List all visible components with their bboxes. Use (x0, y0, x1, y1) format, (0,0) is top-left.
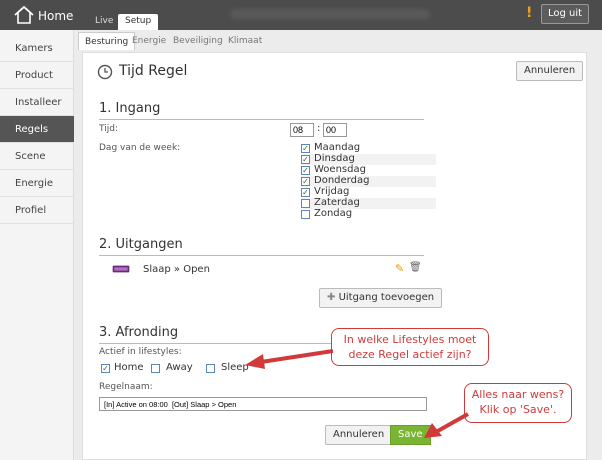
tab-live[interactable]: Live (88, 14, 120, 30)
top-bar: Home Live Setup ! Log uit (0, 0, 602, 30)
tab-energie[interactable]: Energie (126, 32, 172, 50)
section-ingang-heading: 1. Ingang (99, 101, 161, 116)
checkbox-zondag[interactable] (301, 210, 310, 219)
arrow-to-save (424, 412, 469, 438)
sidebar-item-regels[interactable]: Regels (0, 116, 74, 143)
output-item-label: Slaap » Open (143, 264, 210, 275)
sidebar-item-product[interactable]: Product (0, 62, 74, 89)
lifestyles-label: Actief in lifestyles: (99, 347, 182, 357)
cancel-button-top[interactable]: Annuleren (516, 61, 584, 81)
checkbox-zaterdag[interactable] (301, 199, 310, 208)
rule-name-label: Regelnaam: (99, 382, 153, 392)
clock-icon (97, 64, 113, 80)
checkbox-vrijdag[interactable]: ✓ (301, 188, 310, 197)
sidebar-item-kamers[interactable]: Kamers (0, 35, 74, 62)
home-logo[interactable]: Home (13, 4, 73, 26)
section-afronding-heading: 3. Afronding (99, 325, 179, 340)
hour-input[interactable] (290, 123, 314, 137)
lifestyles-callout: In welke Lifestyles moet deze Regel acti… (331, 328, 489, 366)
shutter-device-icon (112, 265, 130, 273)
sidebar: Kamers Product Installeer Regels Scene E… (0, 30, 74, 460)
delete-trash-icon[interactable]: 🗑 (409, 262, 422, 273)
time-label: Tijd: (99, 124, 118, 134)
logout-button[interactable]: Log uit (541, 4, 590, 24)
arrow-to-lifestyles (245, 349, 334, 369)
checkbox-home[interactable]: ✓ (101, 364, 110, 373)
add-output-button[interactable]: ✚ Uitgang toevoegen (319, 288, 443, 308)
tab-klimaat[interactable]: Klimaat (222, 32, 268, 50)
edit-pencil-icon[interactable]: ✎ (395, 262, 404, 275)
checkbox-donderdag[interactable]: ✓ (301, 177, 310, 186)
sidebar-item-energie[interactable]: Energie (0, 170, 74, 197)
divider (99, 119, 424, 120)
checkbox-away[interactable] (151, 364, 160, 373)
save-callout: Alles naar wens? Klik op 'Save'. (464, 383, 572, 423)
day-row-zondag[interactable]: Zondag (301, 208, 436, 220)
sidebar-item-installeer[interactable]: Installeer (0, 89, 74, 116)
days-label: Dag van de week: (99, 143, 181, 153)
plus-icon: ✚ (327, 292, 339, 303)
tab-setup[interactable]: Setup (118, 14, 159, 30)
minute-input[interactable] (323, 123, 347, 137)
checkbox-dinsdag[interactable]: ✓ (301, 155, 310, 164)
tab-beveiliging[interactable]: Beveiliging (167, 32, 229, 50)
sidebar-item-profiel[interactable]: Profiel (0, 197, 74, 224)
logo-label: Home (38, 9, 74, 23)
section-uitgangen-heading: 2. Uitgangen (99, 237, 183, 252)
checkbox-woensdag[interactable]: ✓ (301, 166, 310, 175)
house-icon (14, 5, 34, 24)
blurred-user-info (230, 9, 430, 19)
sidebar-item-scene[interactable]: Scene (0, 143, 74, 170)
checkbox-maandag[interactable]: ✓ (301, 144, 310, 153)
alert-icon[interactable]: ! (526, 5, 532, 21)
time-separator: : (317, 123, 321, 134)
cancel-button[interactable]: Annuleren (325, 425, 393, 445)
checkbox-sleep[interactable] (206, 364, 215, 373)
rule-name-input[interactable] (99, 397, 427, 411)
divider (99, 255, 424, 256)
